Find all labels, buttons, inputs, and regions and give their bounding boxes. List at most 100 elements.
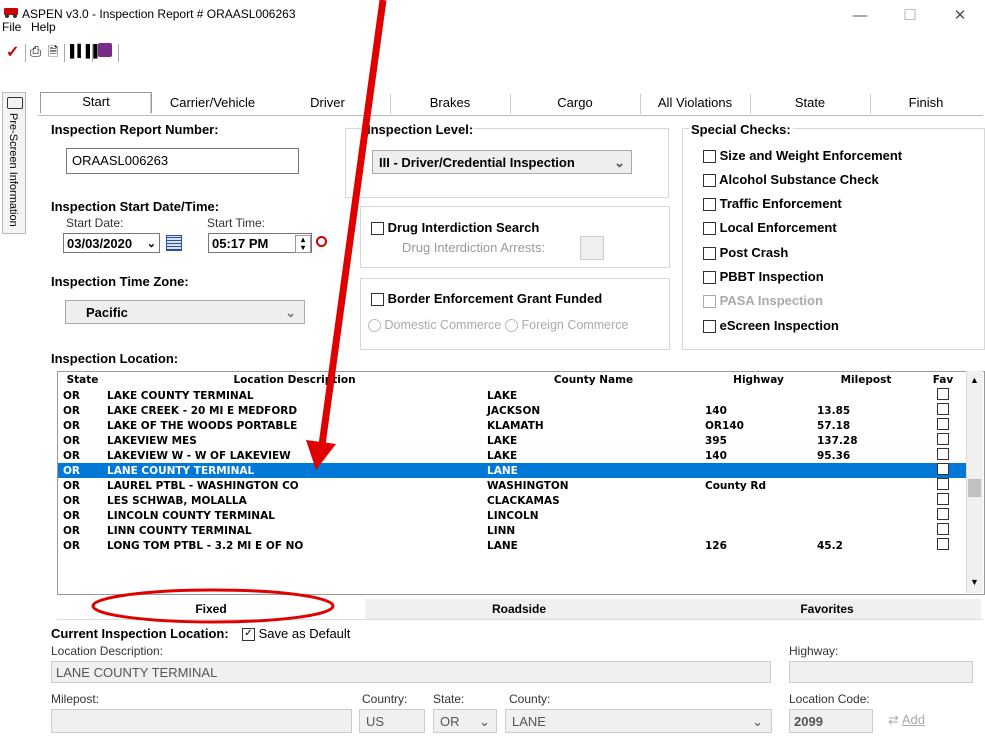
checkmark-icon[interactable]: ✓ — [242, 628, 255, 642]
fav-checkbox[interactable] — [937, 448, 949, 460]
menu-help[interactable]: Help — [31, 20, 56, 34]
cell-fav[interactable] — [915, 478, 966, 493]
save-default-checkbox[interactable]: ✓ Save as Default — [242, 626, 350, 642]
tab-brakes[interactable]: Brakes — [390, 94, 510, 114]
special-size-weight[interactable]: Size and Weight Enforcement — [703, 148, 902, 164]
table-row[interactable]: OR LINN COUNTY TERMINAL LINN — [58, 523, 966, 538]
fav-checkbox[interactable] — [937, 493, 949, 505]
cell-fav[interactable] — [915, 523, 966, 538]
book-icon[interactable] — [98, 43, 112, 57]
fav-checkbox[interactable] — [937, 538, 949, 550]
tab-cargo[interactable]: Cargo — [510, 94, 640, 114]
scroll-thumb[interactable] — [968, 479, 981, 497]
milepost-field[interactable] — [51, 709, 352, 733]
col-location-description[interactable]: Location Description — [102, 372, 482, 388]
report-number-field[interactable]: ORAASL006263 — [66, 148, 299, 174]
col-highway[interactable]: Highway — [700, 372, 812, 388]
timezone-select[interactable]: Pacific ⌄ — [65, 300, 305, 324]
country-field[interactable]: US — [359, 709, 425, 733]
barcode-icon[interactable]: ▌▍▌▌ — [70, 44, 102, 58]
cell-fav[interactable] — [915, 388, 966, 403]
special-alcohol[interactable]: Alcohol Substance Check — [703, 172, 879, 188]
cell-fav[interactable] — [915, 493, 966, 508]
fav-checkbox[interactable] — [937, 523, 949, 535]
border-enforcement-checkbox[interactable]: Border Enforcement Grant Funded — [371, 291, 602, 307]
spinner-icon[interactable]: ▴ ▾ — [295, 235, 311, 253]
checkbox[interactable] — [703, 222, 716, 236]
inspection-level-select[interactable]: III - Driver/Credential Inspection ⌄ — [372, 150, 632, 174]
special-local[interactable]: Local Enforcement — [703, 220, 837, 236]
tab-driver[interactable]: Driver — [275, 94, 380, 114]
special-pbbt[interactable]: PBBT Inspection — [703, 269, 824, 285]
drug-arrests-field[interactable] — [580, 236, 604, 260]
location-description-field[interactable]: LANE COUNTY TERMINAL — [51, 661, 771, 683]
cell-fav[interactable] — [915, 433, 966, 448]
checkbox[interactable] — [703, 247, 716, 261]
table-row[interactable]: OR LAKEVIEW W - W OF LAKEVIEW LAKE 140 95.36 — [58, 448, 966, 463]
special-post-crash[interactable]: Post Crash — [703, 245, 788, 261]
start-time-field[interactable]: 05:17 PM ▴ ▾ — [208, 233, 312, 253]
pre-screen-side-tab[interactable]: Pre-Screen Information — [2, 92, 26, 234]
cell-fav[interactable] — [915, 403, 966, 418]
checkbox[interactable] — [703, 198, 716, 212]
special-escreen[interactable]: eScreen Inspection — [703, 318, 839, 334]
maximize-button[interactable]: ☐ — [890, 4, 930, 28]
tab-finish[interactable]: Finish — [870, 94, 982, 114]
table-row-selected[interactable]: OR LANE COUNTY TERMINAL LANE — [58, 463, 966, 478]
subtab-favorites[interactable]: Favorites — [673, 599, 981, 619]
table-row[interactable]: OR LAKE OF THE WOODS PORTABLE KLAMATH OR140… — [58, 418, 966, 433]
location-code-field[interactable]: 2099 — [789, 709, 873, 733]
county-select[interactable]: LANE ⌄ — [505, 709, 772, 733]
table-row[interactable]: OR LAKE CREEK - 20 MI E MEDFORD JACKSON 140… — [58, 403, 966, 418]
cell-fav[interactable] — [915, 448, 966, 463]
checkbox[interactable] — [703, 271, 716, 285]
add-button[interactable]: ⇄ Add — [888, 712, 925, 728]
border-enforcement-check[interactable] — [371, 293, 384, 307]
special-traffic[interactable]: Traffic Enforcement — [703, 196, 842, 212]
special-pasa[interactable]: PASA Inspection — [703, 293, 823, 309]
checkbox[interactable] — [703, 295, 716, 309]
cell-fav[interactable] — [915, 463, 966, 478]
fav-checkbox[interactable] — [937, 418, 949, 430]
checkbox[interactable] — [703, 320, 716, 334]
subtab-roadside[interactable]: Roadside — [365, 599, 673, 619]
tab-state[interactable]: State — [750, 94, 870, 114]
table-row[interactable]: OR LINCOLN COUNTY TERMINAL LINCOLN — [58, 508, 966, 523]
grid-scrollbar[interactable]: ▲ ▼ — [966, 371, 983, 593]
fav-checkbox[interactable] — [937, 508, 949, 520]
calendar-icon[interactable] — [166, 235, 182, 251]
drug-interdiction-check[interactable] — [371, 222, 384, 236]
table-row[interactable]: OR LAUREL PTBL - WASHINGTON CO WASHINGTON C… — [58, 478, 966, 493]
table-row[interactable]: OR LES SCHWAB, MOLALLA CLACKAMAS — [58, 493, 966, 508]
drug-interdiction-checkbox[interactable]: Drug Interdiction Search — [371, 220, 539, 236]
domestic-commerce-radio[interactable]: Domestic Commerce — [368, 318, 501, 333]
close-button[interactable]: ✕ — [940, 4, 980, 28]
subtab-fixed[interactable]: Fixed — [57, 599, 365, 619]
table-row[interactable]: OR LAKE COUNTY TERMINAL LAKE — [58, 388, 966, 403]
fav-checkbox[interactable] — [937, 403, 949, 415]
foreign-commerce-radio[interactable]: Foreign Commerce — [505, 318, 628, 333]
tab-start[interactable]: Start — [40, 92, 152, 113]
cell-fav[interactable] — [915, 508, 966, 523]
state-select[interactable]: OR ⌄ — [433, 709, 497, 733]
scroll-down-icon[interactable]: ▼ — [970, 577, 979, 587]
table-row[interactable]: OR LONG TOM PTBL - 3.2 MI E OF NO LANE 126 4… — [58, 538, 966, 553]
check-icon[interactable]: ✓ — [6, 42, 19, 62]
print-icon[interactable]: ⎙ — [30, 43, 41, 60]
scroll-up-icon[interactable]: ▲ — [970, 375, 979, 385]
fav-checkbox[interactable] — [937, 463, 949, 475]
minimize-button[interactable]: — — [840, 4, 880, 28]
table-row[interactable]: OR LAKEVIEW MES LAKE 395 137.28 — [58, 433, 966, 448]
col-county-name[interactable]: County Name — [482, 372, 700, 388]
highway-field[interactable] — [789, 661, 973, 683]
col-milepost[interactable]: Milepost — [812, 372, 915, 388]
fav-checkbox[interactable] — [937, 478, 949, 490]
tab-carrier-vehicle[interactable]: Carrier/Vehicle — [150, 94, 275, 114]
tab-all-violations[interactable]: All Violations — [640, 94, 750, 114]
print-preview-icon[interactable]: 🗎 — [48, 43, 58, 65]
checkbox[interactable] — [703, 150, 716, 164]
col-fav[interactable]: Fav — [915, 372, 966, 388]
clock-icon[interactable] — [316, 236, 327, 247]
cell-fav[interactable] — [915, 418, 966, 433]
menu-file[interactable]: File — [2, 20, 21, 34]
